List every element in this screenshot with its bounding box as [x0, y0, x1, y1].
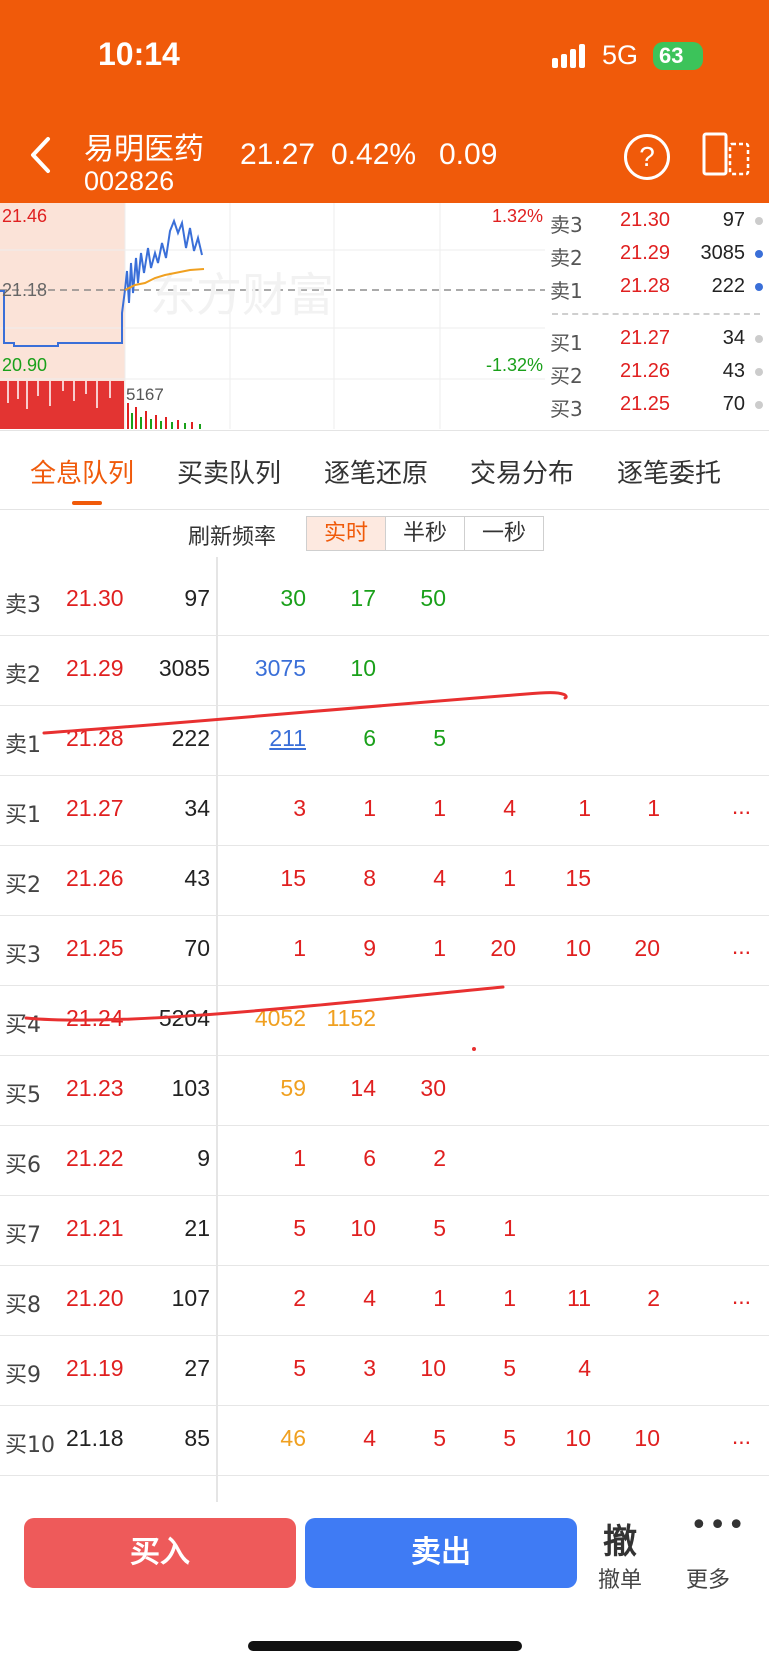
ask-3-volume: 97: [722, 209, 745, 231]
home-indicator[interactable]: [248, 1641, 522, 1651]
ask-2-label: 卖2: [550, 246, 583, 270]
ask-2-volume: 3085: [700, 242, 746, 264]
tab-bid-ask-queue[interactable]: 买卖队列: [177, 453, 281, 490]
bid-1-label: 买1: [550, 331, 583, 355]
bid-3-price: 21.25: [620, 393, 671, 415]
bid-2-dot: [755, 368, 763, 376]
cancel-order-icon[interactable]: 撤: [603, 1514, 637, 1563]
queue-table[interactable]: 卖3 21.30 97 30 17 50 卖2 21.29 3085 3075 10 卖1 21.28 2…: [0, 557, 769, 1502]
chart-high-label: 21.46: [2, 206, 47, 226]
bid-2-price: 21.26: [620, 360, 671, 382]
ask-3-price: 21.30: [620, 209, 671, 231]
hand-drawn-annotations: [24, 691, 568, 1051]
bid-1-volume: 34: [722, 327, 745, 349]
bid-1-price: 21.27: [620, 327, 671, 349]
volume-bars: [0, 381, 201, 429]
sell-button[interactable]: 卖出: [305, 1518, 577, 1588]
chart-volume-label: 5167: [126, 385, 164, 404]
tab-tick-restore[interactable]: 逐笔还原: [324, 453, 428, 490]
change-percent: 0.42%: [331, 138, 417, 171]
chart-mid-label: 21.18: [2, 280, 47, 300]
bid-3-volume: 70: [722, 393, 745, 415]
bid-2-volume: 43: [722, 360, 745, 382]
back-arrow-icon[interactable]: [28, 136, 54, 174]
refresh-frequency-bar: 刷新频率 实时 半秒 一秒: [0, 509, 769, 557]
bid-1-dot: [755, 335, 763, 343]
refresh-one-second-option[interactable]: 一秒: [464, 516, 544, 551]
bid-3-dot: [755, 401, 763, 409]
book-divider: [552, 313, 760, 315]
ask-1-volume: 222: [711, 275, 745, 297]
intraday-chart[interactable]: 东方财富 21.46 21.18 20.90 1.32% -1.32% 5167: [0, 203, 545, 429]
bid-3-label: 买3: [550, 397, 583, 421]
cancel-order-label[interactable]: 撤单: [598, 1562, 642, 1594]
ask-3-label: 卖3: [550, 213, 583, 237]
bid-2-label: 买2: [550, 364, 583, 388]
active-tab-indicator: [72, 501, 102, 505]
ask-1-price: 21.28: [620, 275, 671, 297]
signal-icon: [552, 44, 585, 68]
tab-trade-distribution[interactable]: 交易分布: [470, 453, 574, 490]
more-icon[interactable]: •••: [690, 1508, 746, 1543]
stock-code: 002826: [84, 166, 175, 196]
ask-1-dot: [755, 283, 763, 291]
buy-button[interactable]: 买入: [24, 1518, 296, 1588]
switch-layout-icon[interactable]: [702, 132, 750, 176]
battery-icon: 63: [653, 42, 703, 70]
order-book: 卖3 21.30 97 卖2 21.29 3085 卖1 21.28 222 买…: [548, 203, 769, 429]
tab-tick-orders[interactable]: 逐笔委托: [617, 453, 721, 490]
tab-bar: 全息队列 买卖队列 逐笔还原 交易分布 逐笔委托: [0, 430, 769, 510]
chart-pct-up: 1.32%: [492, 206, 543, 226]
help-icon[interactable]: ?: [624, 134, 670, 180]
more-label[interactable]: 更多: [686, 1562, 730, 1594]
ask-1-label: 卖1: [550, 279, 583, 303]
app-header: 10:14 5G 63 易明医药 002826 21.27 0.42% 0.09…: [0, 0, 769, 203]
last-price: 21.27: [240, 138, 316, 171]
refresh-label: 刷新频率: [188, 525, 277, 550]
tab-full-queue[interactable]: 全息队列: [30, 453, 134, 490]
chart-watermark: 东方财富: [150, 268, 334, 322]
chart-pct-down: -1.32%: [486, 355, 543, 375]
network-type: 5G: [602, 40, 639, 70]
ask-2-dot: [755, 250, 763, 258]
status-time: 10:14: [98, 36, 180, 72]
ask-3-dot: [755, 217, 763, 225]
chart-low-label: 20.90: [2, 355, 47, 375]
change-amount: 0.09: [439, 138, 498, 171]
refresh-half-second-option[interactable]: 半秒: [385, 516, 465, 551]
stock-name: 易明医药: [84, 132, 204, 167]
ask-2-price: 21.29: [620, 242, 671, 264]
refresh-realtime-option[interactable]: 实时: [306, 516, 386, 551]
